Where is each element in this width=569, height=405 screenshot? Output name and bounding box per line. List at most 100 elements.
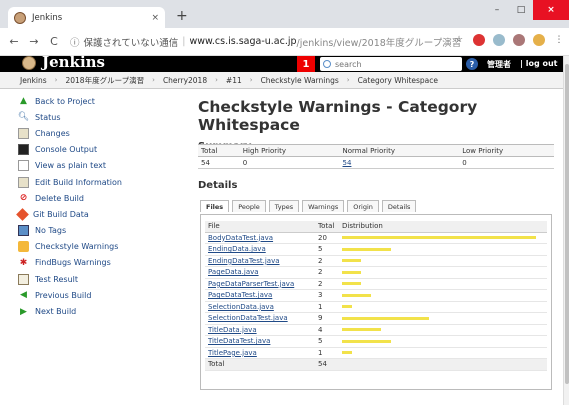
profile-avatar-icon[interactable] (533, 34, 545, 46)
checkstyle-icon (18, 241, 29, 253)
breadcrumb-item[interactable]: 2018年度グループ演習 (65, 75, 144, 86)
sidebar-item-status[interactable]: 🔍︎ Status (18, 109, 188, 125)
distribution-bar (342, 270, 361, 274)
logout-link[interactable]: | log out (520, 59, 557, 68)
user-link[interactable]: 管理者 (487, 59, 511, 70)
tab-types[interactable]: Types (268, 200, 300, 212)
sidebar-item-label: Checkstyle Warnings (35, 242, 119, 252)
files-body: BodyDataTest.java 20 EndingData.java 5 Endin… (205, 232, 547, 359)
file-cell: PageData.java (205, 266, 315, 279)
sidebar-item-delete-build[interactable]: ⊘ Delete Build (18, 190, 188, 206)
file-link[interactable]: TitleData.java (208, 326, 257, 334)
toolbar-icons: ☆ ⋮ (453, 34, 565, 46)
breadcrumb-item[interactable]: Jenkins (20, 76, 47, 85)
sidebar-item-checkstyle-warnings[interactable]: Checkstyle Warnings (18, 239, 188, 255)
sidebar-item-test-result[interactable]: Test Result (18, 271, 188, 287)
forward-button[interactable]: → (26, 35, 42, 48)
distribution-cell (339, 266, 547, 279)
breadcrumb-item[interactable]: Cherry2018 (163, 76, 207, 85)
distribution-cell (339, 301, 547, 313)
bookmark-star-icon[interactable]: ☆ (453, 34, 465, 46)
tab-people[interactable]: People (232, 200, 266, 212)
back-button[interactable]: ← (6, 35, 22, 48)
distribution-cell (339, 243, 547, 256)
extension-red-icon[interactable] (473, 34, 485, 46)
file-link[interactable]: TitleDataTest.java (208, 337, 270, 345)
sidebar-item-changes[interactable]: Changes (18, 125, 188, 141)
arrow-right-icon: ▶ (20, 306, 27, 317)
files-header-file: File (205, 221, 315, 233)
table-row: TitleDataTest.java 5 (205, 335, 547, 348)
file-cell: TitleDataTest.java (205, 335, 315, 348)
file-link[interactable]: SelectionDataTest.java (208, 314, 288, 322)
summary-table: Total High Priority Normal Priority Low … (198, 144, 554, 169)
file-link[interactable]: SelectionData.java (208, 303, 274, 311)
sidebar-item-label: Changes (35, 128, 70, 138)
sidebar-item-next-build[interactable]: ▶ Next Build (18, 303, 188, 319)
jenkins-logo[interactable]: Jenkins (42, 53, 105, 71)
breadcrumb-separator: › (346, 76, 350, 84)
search-input[interactable] (335, 59, 455, 69)
sidebar-item-back-to-project[interactable]: ▲ Back to Project (18, 93, 188, 109)
browser-menu-icon[interactable]: ⋮ (553, 34, 565, 46)
minimize-button[interactable]: – (485, 0, 509, 20)
file-link[interactable]: BodyDataTest.java (208, 234, 273, 242)
jenkins-header: Jenkins 1 ? 管理者 | log out (0, 53, 563, 72)
file-cell: TitleData.java (205, 324, 315, 336)
jenkins-butler-icon[interactable] (22, 56, 36, 70)
help-icon[interactable]: ? (466, 58, 478, 70)
address-separator: | (182, 36, 186, 47)
sidebar-item-console-output[interactable]: Console Output (18, 142, 188, 158)
file-link[interactable]: TitlePage.java (208, 349, 257, 357)
address-bar[interactable]: ⓘ 保護されていない通信 | www.cs.is.saga-u.ac.jp /j… (70, 35, 460, 49)
tab-title: Jenkins (32, 12, 63, 23)
maximize-button[interactable]: □ (509, 0, 533, 20)
sidebar-item-previous-build[interactable]: ◀ Previous Build (18, 287, 188, 303)
sidebar-item-label: Git Build Data (33, 209, 89, 219)
file-link[interactable]: PageDataTest.java (208, 291, 272, 299)
distribution-cell (339, 312, 547, 325)
sidebar-item-edit-build-info[interactable]: Edit Build Information (18, 174, 188, 190)
file-link[interactable]: PageDataParserTest.java (208, 280, 294, 288)
browser-tab[interactable]: Jenkins × (8, 7, 165, 28)
summary-header-row: Total High Priority Normal Priority Low … (198, 144, 554, 157)
breadcrumb-item[interactable]: Category Whitespace (358, 76, 438, 85)
tab-details[interactable]: Details (381, 200, 417, 212)
sidebar-item-label: View as plain text (35, 161, 106, 171)
tab-close-icon[interactable]: × (151, 13, 159, 23)
new-tab-button[interactable]: + (176, 8, 188, 24)
breadcrumb-item[interactable]: Checkstyle Warnings (261, 76, 339, 85)
scrollbar-thumb[interactable] (565, 64, 569, 384)
summary-normal-link[interactable]: 54 (339, 156, 460, 169)
distribution-cell (339, 347, 547, 359)
file-link[interactable]: EndingData.java (208, 245, 266, 253)
tab-warnings[interactable]: Warnings (302, 200, 345, 212)
reload-button[interactable]: C (46, 35, 62, 48)
sidebar-item-label: Status (35, 112, 61, 122)
file-link[interactable]: EndingDataTest.java (208, 257, 280, 265)
tab-files[interactable]: Files (200, 200, 230, 212)
sidebar-item-findbugs-warnings[interactable]: ✱ FindBugs Warnings (18, 255, 188, 271)
summary-values-row: 54 0 54 0 (198, 156, 554, 169)
extension-eye-icon[interactable] (513, 34, 525, 46)
summary-normal-value[interactable]: 54 (343, 159, 352, 167)
sidebar-item-label: Test Result (35, 274, 79, 284)
sidebar-item-git-build-data[interactable]: Git Build Data (16, 206, 188, 222)
extension-drive-icon[interactable] (493, 34, 505, 46)
distribution-bar (342, 236, 536, 240)
sidebar-item-view-plain-text[interactable]: View as plain text (18, 158, 188, 174)
terminal-icon (18, 144, 29, 156)
file-link[interactable]: PageData.java (208, 268, 259, 276)
info-icon[interactable]: ⓘ (70, 35, 80, 49)
notification-badge[interactable]: 1 (297, 56, 315, 72)
breadcrumb-item[interactable]: #11 (226, 76, 242, 85)
breadcrumb-separator: › (249, 76, 253, 84)
tab-origin[interactable]: Origin (347, 200, 379, 212)
distribution-bar (342, 305, 352, 309)
close-window-button[interactable]: × (533, 0, 569, 20)
sidebar-item-no-tags[interactable]: No Tags (18, 223, 188, 239)
clipboard-icon (18, 273, 29, 285)
distribution-bar (342, 293, 371, 297)
page-scrollbar[interactable] (563, 56, 569, 405)
files-total-row: Total 54 (205, 358, 547, 371)
